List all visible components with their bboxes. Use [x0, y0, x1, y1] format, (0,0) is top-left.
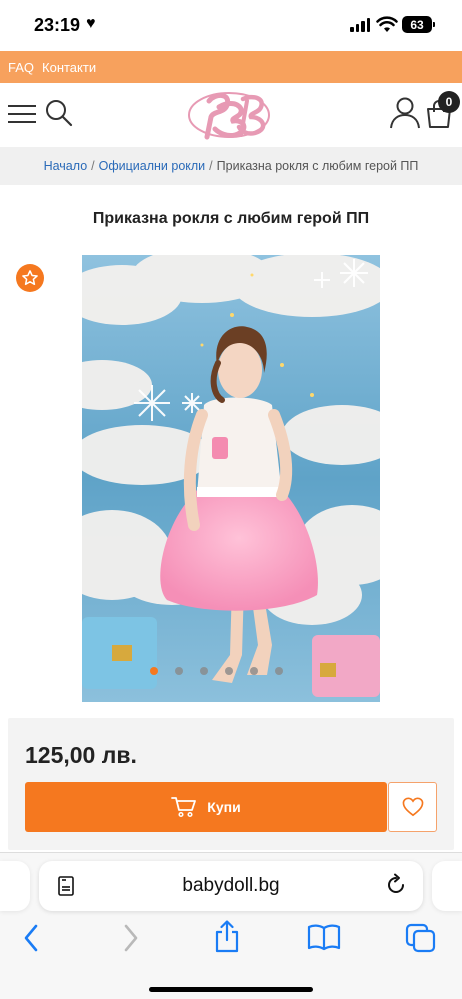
gallery-dot[interactable]	[275, 667, 283, 675]
breadcrumb: Начало / Официални рокли / Приказна рокл…	[0, 147, 462, 185]
favorite-star-button[interactable]	[16, 264, 44, 292]
signal-icon	[350, 18, 370, 32]
product-price: 125,00 лв.	[25, 742, 137, 768]
cart-buy-icon	[171, 797, 197, 818]
bookmarks-icon[interactable]	[307, 923, 341, 951]
browser-bottom-bar: babydoll.bg	[0, 852, 462, 999]
reader-icon[interactable]	[56, 875, 78, 897]
breadcrumb-home[interactable]: Начало	[44, 159, 88, 173]
logo[interactable]	[185, 87, 281, 143]
gallery-dot[interactable]	[225, 667, 233, 675]
tabs-icon[interactable]	[405, 923, 437, 953]
gallery-dots	[150, 667, 283, 675]
product-photo	[82, 255, 380, 702]
cart-count-badge: 0	[438, 91, 460, 113]
address-bar[interactable]: babydoll.bg	[39, 861, 423, 911]
add-to-wishlist-button[interactable]	[388, 782, 437, 832]
star-icon	[22, 270, 38, 286]
gallery-dot[interactable]	[150, 667, 158, 675]
home-indicator	[149, 987, 313, 992]
status-bar: 23:19 ♥ 63	[0, 0, 462, 50]
url-text: babydoll.bg	[182, 875, 280, 896]
contacts-link[interactable]: Контакти	[42, 60, 96, 75]
product-image[interactable]	[82, 255, 380, 702]
breadcrumb-current: Приказна рокля с любим герой ПП	[216, 159, 419, 173]
browser-toolbar	[0, 920, 462, 959]
forward-icon[interactable]	[122, 923, 140, 953]
gallery-dot[interactable]	[175, 667, 183, 675]
purchase-box: 125,00 лв. Купи	[8, 718, 454, 850]
reload-icon[interactable]	[384, 873, 408, 897]
buy-button[interactable]: Купи	[25, 782, 387, 832]
share-icon[interactable]	[213, 920, 241, 954]
next-tab-peek[interactable]	[432, 861, 462, 911]
product-title: Приказна рокля с любим герой ПП	[92, 210, 370, 227]
back-icon[interactable]	[22, 923, 40, 953]
buy-button-label: Купи	[207, 799, 241, 815]
breadcrumb-separator: /	[209, 159, 213, 173]
wifi-icon	[376, 16, 398, 32]
status-time: 23:19	[34, 15, 81, 35]
user-icon[interactable]	[389, 96, 421, 130]
heart-icon: ♥	[86, 15, 96, 32]
hamburger-icon[interactable]	[8, 103, 36, 125]
battery-indicator: 63	[402, 16, 435, 33]
gallery-dot[interactable]	[200, 667, 208, 675]
heart-outline-icon	[402, 797, 423, 817]
previous-tab-peek[interactable]	[0, 861, 30, 911]
breadcrumb-separator: /	[91, 159, 95, 173]
top-links-bar: FAQ Контакти	[0, 51, 462, 83]
site-header: 0	[0, 83, 462, 147]
search-icon[interactable]	[44, 98, 74, 128]
breadcrumb-category[interactable]: Официални рокли	[99, 159, 206, 173]
faq-link[interactable]: FAQ	[8, 60, 34, 75]
gallery-dot[interactable]	[250, 667, 258, 675]
